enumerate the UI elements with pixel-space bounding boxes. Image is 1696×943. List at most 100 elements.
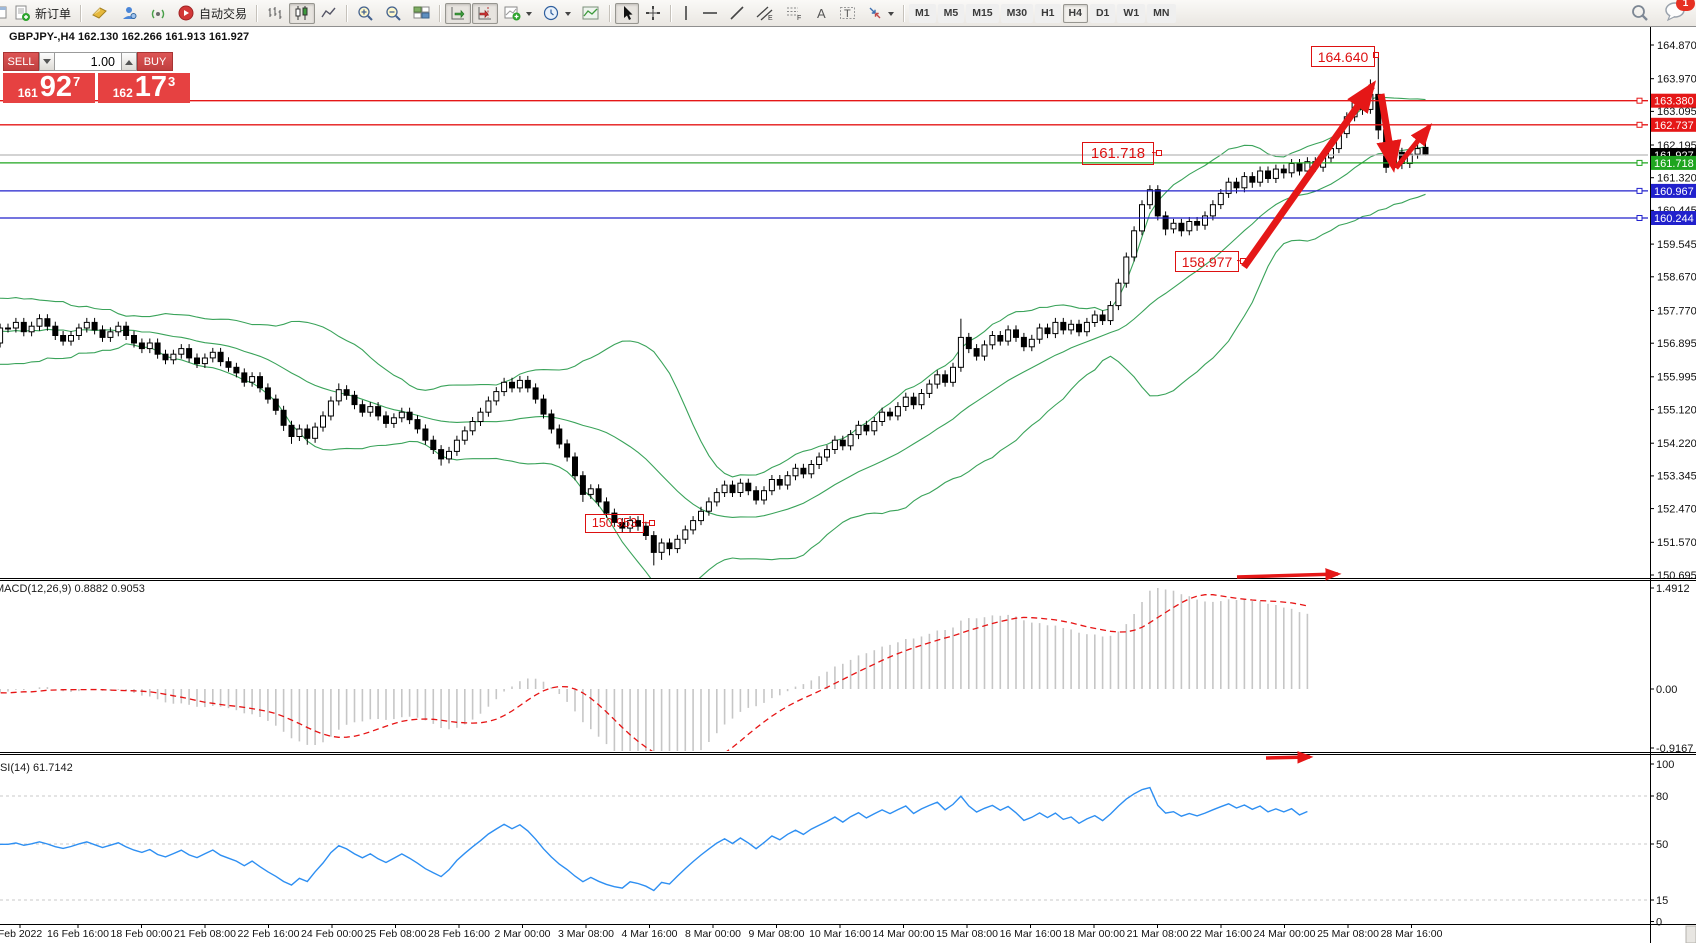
resize-grip <box>1686 926 1696 943</box>
timeframe-button-M15[interactable]: M15 <box>966 4 998 23</box>
chart-shift-button[interactable] <box>472 3 498 24</box>
timeframe-button-M1[interactable]: M1 <box>909 4 936 23</box>
price-annotation-label[interactable]: 150.953 <box>585 514 644 533</box>
symbol-title: GBPJPY-,H4 162.130 162.266 161.913 161.9… <box>9 31 249 43</box>
line-handle <box>1637 188 1642 193</box>
time-tick: 18 Mar 00:00 <box>1063 928 1125 940</box>
crosshair-button[interactable] <box>640 3 666 24</box>
autotrading-button[interactable]: 自动交易 <box>173 3 252 24</box>
time-tick: 24 Mar 00:00 <box>1254 928 1316 940</box>
price-tick: 152.470 <box>1657 503 1696 515</box>
periods-button[interactable] <box>538 3 576 24</box>
time-tick: 21 Mar 08:00 <box>1127 928 1189 940</box>
price-annotation-label[interactable]: 164.640 <box>1311 46 1375 67</box>
auto-scroll-button[interactable] <box>445 3 471 24</box>
bar-chart-button[interactable] <box>262 3 288 24</box>
mql5-community-button[interactable] <box>115 3 143 24</box>
vertical-line-icon <box>681 5 691 21</box>
volume-input[interactable] <box>55 52 121 71</box>
sell-price-sup: 7 <box>73 74 80 89</box>
toolbar-separator <box>903 5 905 22</box>
volume-increase-button[interactable] <box>121 52 137 71</box>
time-tick: 16 Mar 16:00 <box>1000 928 1062 940</box>
indicators-button[interactable] <box>499 3 537 24</box>
price-tick: 151.570 <box>1657 537 1696 549</box>
new-order-icon <box>14 5 31 22</box>
timeframe-button-H1[interactable]: H1 <box>1035 4 1060 23</box>
price-chart-canvas[interactable]: 164.870163.970163.095162.195161.320160.4… <box>0 0 1696 943</box>
timeframe-button-MN[interactable]: MN <box>1147 4 1175 23</box>
sell-price-panel[interactable]: 161 92 7 <box>3 73 95 103</box>
templates-button[interactable] <box>577 3 605 24</box>
trend-arrow-object <box>1266 757 1310 758</box>
cursor-button[interactable] <box>615 3 639 24</box>
line-handle <box>1637 122 1642 127</box>
buy-price-panel[interactable]: 162 17 3 <box>98 73 190 103</box>
search-icon[interactable] <box>1630 3 1650 23</box>
svg-text:50: 50 <box>1656 839 1668 851</box>
autotrading-icon <box>178 5 195 22</box>
zoom-out-button[interactable] <box>380 3 407 24</box>
tile-windows-icon <box>413 5 430 21</box>
svg-text:80: 80 <box>1656 791 1668 803</box>
clock-icon <box>543 5 560 22</box>
svg-text:0: 0 <box>1656 917 1662 929</box>
time-tick: 2 Mar 00:00 <box>494 928 550 940</box>
time-tick: 3 Mar 08:00 <box>558 928 614 940</box>
volume-decrease-button[interactable] <box>39 52 55 71</box>
chart-window-icon <box>0 5 8 21</box>
line-chart-icon <box>321 5 337 21</box>
time-tick: 22 Mar 16:00 <box>1190 928 1252 940</box>
zoom-out-icon <box>385 5 402 22</box>
timeframe-button-M30[interactable]: M30 <box>1001 4 1033 23</box>
rsi-indicator-label: RSI(14) 61.7142 <box>0 762 73 774</box>
price-annotation-label[interactable]: 161.718 <box>1082 142 1154 165</box>
price-annotation-label[interactable]: 158.977 <box>1175 251 1239 272</box>
equidistant-channel-button[interactable]: E <box>751 3 779 24</box>
notifications-button[interactable]: 1 <box>1664 1 1688 26</box>
price-tick: 163.095 <box>1657 106 1696 118</box>
cursor-icon <box>620 5 634 21</box>
time-tick: 15 Mar 08:00 <box>936 928 998 940</box>
candlestick-chart-button[interactable] <box>289 3 315 24</box>
time-tick: Feb 2022 <box>0 928 42 940</box>
line-handle <box>1637 98 1642 103</box>
price-tick: 156.895 <box>1657 338 1696 350</box>
time-tick: 28 Mar 16:00 <box>1381 928 1443 940</box>
toolbar-separator <box>609 5 611 22</box>
timeframe-button-H4[interactable]: H4 <box>1063 4 1088 23</box>
signals-button[interactable] <box>144 3 172 24</box>
trendline-icon <box>729 5 745 21</box>
text-label-button[interactable]: T <box>834 3 861 24</box>
time-tick: 28 Feb 16:00 <box>428 928 490 940</box>
new-order-button[interactable]: 新订单 <box>9 3 76 24</box>
price-tick: 164.870 <box>1657 40 1696 52</box>
buy-button[interactable]: BUY <box>137 52 173 71</box>
line-handle <box>1637 160 1642 165</box>
metaeditor-button[interactable] <box>86 3 114 24</box>
dropdown-caret-icon <box>526 12 532 19</box>
price-tick: 154.220 <box>1657 438 1696 450</box>
timeframe-button-D1[interactable]: D1 <box>1090 4 1115 23</box>
vertical-line-button[interactable] <box>676 3 696 24</box>
price-tick: 155.995 <box>1657 372 1696 384</box>
tile-windows-button[interactable] <box>408 3 435 24</box>
fibonacci-button[interactable]: F <box>780 3 808 24</box>
horizontal-line-button[interactable] <box>697 3 723 24</box>
sell-price-big: 92 <box>40 73 72 102</box>
horizontal-line-icon <box>702 7 718 19</box>
one-click-trading-widget: SELL BUY 161 92 7 162 17 3 <box>3 52 190 103</box>
time-tick: 10 Mar 16:00 <box>809 928 871 940</box>
sell-button[interactable]: SELL <box>3 52 39 71</box>
zoom-in-button[interactable] <box>352 3 379 24</box>
trendline-button[interactable] <box>724 3 750 24</box>
svg-text:A: A <box>817 6 826 21</box>
time-tick: 25 Mar 08:00 <box>1317 928 1379 940</box>
add-indicator-icon <box>504 5 521 21</box>
timeframe-button-W1[interactable]: W1 <box>1117 4 1145 23</box>
line-chart-button[interactable] <box>316 3 342 24</box>
arrows-tool-button[interactable] <box>862 3 899 24</box>
candlestick-chart-icon <box>294 5 310 21</box>
text-button[interactable]: A <box>809 3 833 24</box>
timeframe-button-M5[interactable]: M5 <box>938 4 965 23</box>
